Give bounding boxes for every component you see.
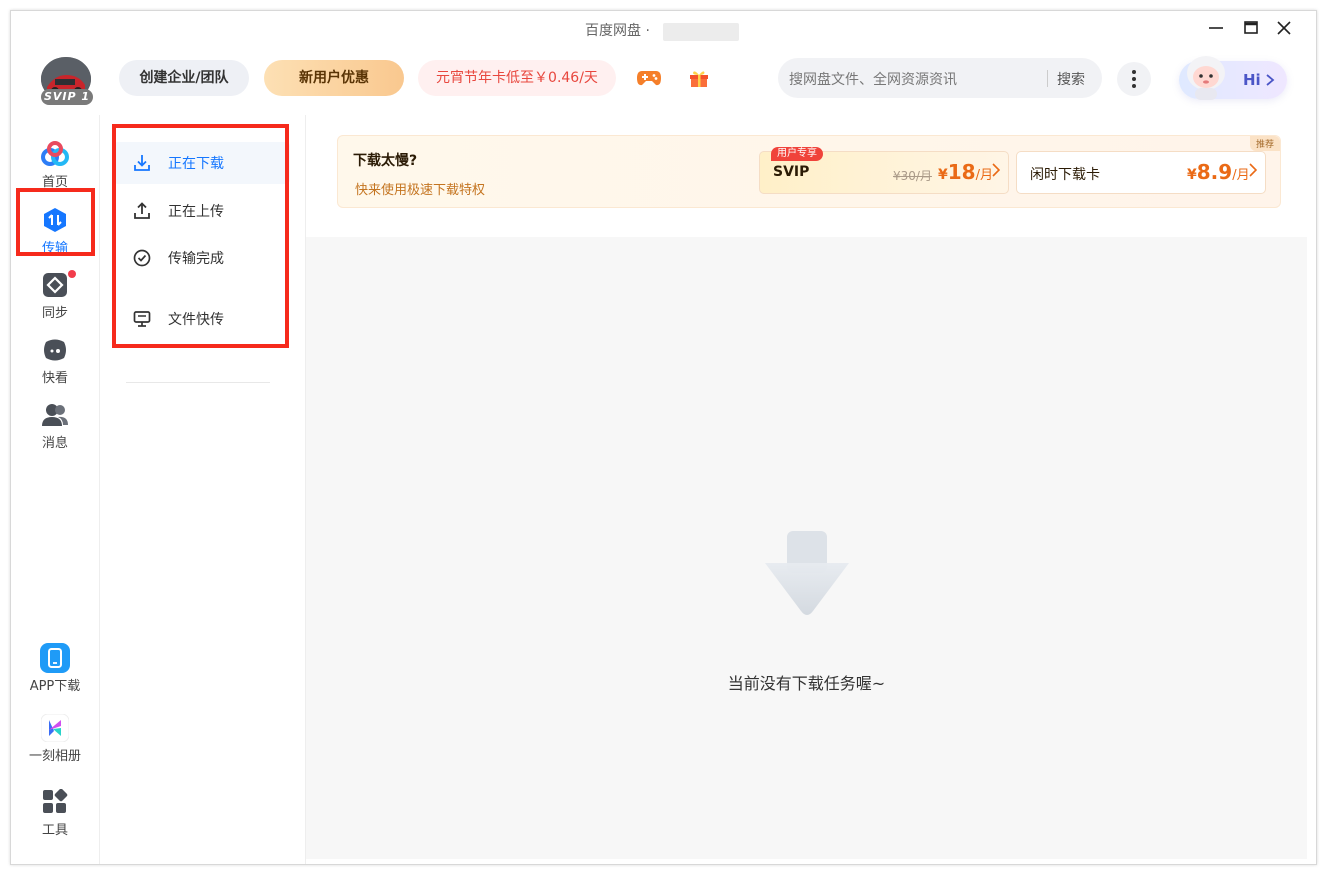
currency-symbol: ¥	[938, 167, 948, 183]
card-price: ¥ 8.9 /月	[1187, 160, 1250, 184]
gift-icon[interactable]	[682, 61, 716, 95]
phone-icon	[40, 643, 70, 673]
idle-download-card[interactable]: 闲时下载卡 ¥ 8.9 /月	[1016, 151, 1266, 194]
card-name: SVIP	[773, 164, 810, 180]
download-list-empty: 当前没有下载任务喔~	[306, 237, 1307, 859]
nav-label: 工具	[41, 823, 68, 838]
card-price: ¥ 18 /月	[938, 160, 993, 184]
new-user-offer-button[interactable]: 新用户优惠	[264, 60, 404, 96]
nav-label: 同步	[41, 306, 68, 321]
home-icon	[40, 139, 70, 169]
svip-card[interactable]: 用户专享 SVIP ¥30/月 ¥ 18 /月	[759, 147, 1009, 194]
window-title: 百度网盘 ·	[585, 23, 650, 39]
hi-label: Hi	[1243, 71, 1261, 89]
price-unit: /月	[1232, 168, 1250, 183]
more-vertical-icon[interactable]	[1117, 62, 1151, 96]
nav-label: 消息	[41, 436, 68, 451]
chevron-right-icon	[992, 163, 1000, 177]
nav-quick-view[interactable]: 快看	[11, 335, 99, 386]
notification-dot	[68, 270, 76, 278]
message-icon	[40, 400, 70, 430]
chevron-right-icon	[1249, 163, 1257, 177]
profile-hi-button[interactable]: Hi	[1179, 56, 1287, 100]
mascot-icon	[1183, 53, 1229, 103]
promo-button[interactable]: 元宵节年卡低至￥0.46/天	[418, 60, 616, 96]
highlight-transfer-nav	[16, 188, 95, 256]
maximize-icon[interactable]	[1238, 17, 1264, 39]
currency-symbol: ¥	[1187, 167, 1197, 183]
price-value: 18	[947, 160, 976, 184]
banner-title: 下载太慢?	[353, 153, 418, 169]
nav-label: 一刻相册	[28, 749, 81, 764]
quick-view-icon	[40, 335, 70, 365]
main-content: 下载太慢? 快来使用极速下载特权 推荐 用户专享 SVIP ¥30/月 ¥ 18…	[306, 115, 1316, 864]
nav-tools[interactable]: 工具	[11, 787, 99, 838]
svip-badge: SVIP 1	[41, 89, 93, 105]
speed-up-banner: 下载太慢? 快来使用极速下载特权 推荐 用户专享 SVIP ¥30/月 ¥ 18…	[337, 135, 1281, 208]
app-window: 百度网盘 · SVIP 1 创建企业/团队 新用户优惠 元宵节年卡低至￥0.46…	[10, 10, 1317, 865]
nav-sync[interactable]: 同步	[11, 270, 99, 321]
search-input[interactable]: 搜网盘文件、全网资源资讯	[789, 69, 957, 89]
nav-home[interactable]: 首页	[11, 139, 99, 190]
nav-label: 快看	[41, 371, 68, 386]
header-bar: SVIP 1 创建企业/团队 新用户优惠 元宵节年卡低至￥0.46/天 搜网盘文…	[11, 45, 1316, 115]
price-unit: /月	[975, 168, 993, 183]
nav-album[interactable]: 一刻相册	[11, 713, 99, 764]
minimize-icon[interactable]	[1203, 17, 1229, 39]
card-name: 闲时下载卡	[1030, 167, 1100, 183]
exclusive-badge: 用户专享	[771, 147, 823, 161]
old-price: ¥30/月	[893, 169, 932, 183]
tools-icon	[40, 787, 70, 817]
gamepad-icon[interactable]	[632, 61, 666, 95]
nav-app-download[interactable]: APP下载	[11, 643, 99, 694]
nav-messages[interactable]: 消息	[11, 400, 99, 451]
search-box[interactable]: 搜网盘文件、全网资源资讯 搜索	[778, 58, 1102, 98]
price-value: 8.9	[1196, 160, 1233, 184]
empty-message: 当前没有下载任务喔~	[727, 674, 886, 693]
sync-icon	[40, 270, 70, 300]
chevron-right-icon	[1266, 74, 1275, 86]
banner-subtitle: 快来使用极速下载特权	[355, 183, 486, 198]
search-button[interactable]: 搜索	[1057, 69, 1085, 89]
download-arrow-icon	[761, 527, 853, 619]
title-bar: 百度网盘 ·	[11, 11, 1316, 45]
highlight-transfer-subnav	[112, 124, 289, 348]
recommend-tag: 推荐	[1249, 136, 1280, 151]
nav-label: APP下载	[29, 679, 81, 694]
subnav-divider	[126, 382, 270, 383]
create-team-button[interactable]: 创建企业/团队	[119, 60, 249, 96]
blurred-username	[663, 23, 739, 41]
close-icon[interactable]	[1271, 17, 1297, 39]
search-divider	[1047, 70, 1048, 87]
album-icon	[40, 713, 70, 743]
